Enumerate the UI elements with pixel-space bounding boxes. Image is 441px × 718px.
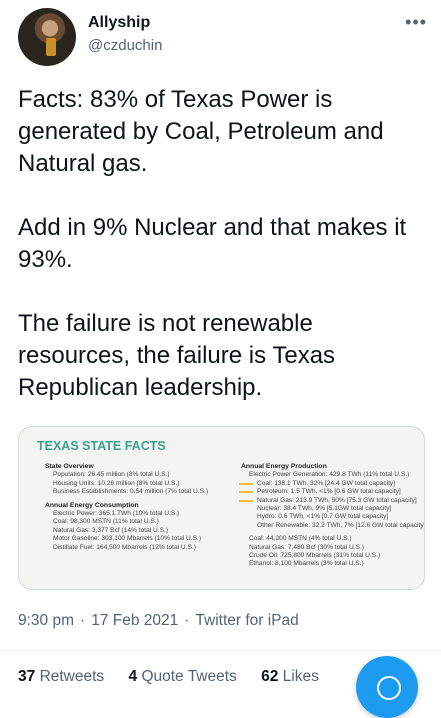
energy-consumption-title: Annual Energy Consumption [45, 501, 139, 509]
generation-total: Electric Power Generation: 429.8 TWh (11… [249, 471, 410, 479]
meta-separator: · [184, 612, 190, 629]
consumption-row: Natural Gas: 3,377 Bcf (14% total U.S.) [53, 526, 169, 534]
right-column: Annual Energy Production Electric Power … [239, 463, 425, 569]
production-row: Natural Gas: 7,480 Bcf (30% total U.S.) [249, 543, 365, 551]
compose-icon [377, 676, 401, 700]
generation-row: Nuclear: 38.4 TWh, 9% [5.1GW total capac… [257, 505, 392, 513]
highlight-arrow-icon [239, 499, 253, 502]
tweet-stats: 37 Retweets 4 Quote Tweets 62 Likes [18, 668, 339, 686]
consumption-row: Distillate Fuel: 164,500 Mbarrels (12% t… [53, 543, 196, 551]
compose-button[interactable] [356, 656, 418, 718]
generation-row: Natural Gas: 213.9 TWh, 50% [75.3 GW tot… [239, 497, 423, 505]
generation-row: Petroleum: 1.5 TWh, <1% [0.6 GW total ca… [239, 488, 423, 496]
avatar[interactable] [18, 8, 76, 66]
overview-row: Business Establishments: 0.54 million (7… [53, 488, 209, 496]
tweet-source[interactable]: Twitter for iPad [195, 612, 298, 629]
highlight-arrow-icon [239, 491, 253, 494]
likes-stat[interactable]: 62 Likes [261, 668, 319, 685]
tweet-text: Facts: 83% of Texas Power is generated b… [18, 86, 407, 401]
energy-production-title: Annual Energy Production [241, 463, 327, 470]
production-row: Ethanol: 8,100 Mbarrels (3% total U.S.) [249, 560, 364, 568]
consumption-row: Electric Power: 365.1 TWh (10% total U.S… [53, 510, 180, 518]
retweets-stat[interactable]: 37 Retweets [18, 668, 104, 685]
meta-separator: · [80, 612, 86, 629]
overview-row: Population: 26.45 million (8% total U.S.… [53, 471, 170, 479]
generation-row: Hydro: 0.6 TWh, <1% [0.7 GW total capaci… [257, 513, 389, 521]
tweet-time[interactable]: 9:30 pm [18, 612, 74, 629]
author-name[interactable]: Allyship [88, 14, 150, 32]
quote-tweets-stat[interactable]: 4 Quote Tweets [129, 668, 237, 685]
production-row: Coal: 44,200 MSTN (4% total U.S.) [249, 535, 352, 543]
media-title: TEXAS STATE FACTS [37, 439, 166, 453]
tweet-date[interactable]: 17 Feb 2021 [91, 612, 178, 629]
tweet-image[interactable]: TEXAS STATE FACTS State Overview Populat… [18, 426, 425, 590]
generation-row: Other Renewable: 32.2 TWh, 7% [12.6 GW t… [257, 521, 425, 529]
state-overview-title: State Overview [45, 463, 94, 470]
production-row: Crude Oil: 725,800 Mbarrels (31% total U… [249, 552, 381, 560]
divider [0, 650, 441, 651]
tweet-meta: 9:30 pm · 17 Feb 2021 · Twitter for iPad [18, 612, 299, 630]
consumption-row: Motor Gasoline: 303,100 Mbarrels (10% to… [53, 535, 202, 543]
generation-row: Coal: 138.1 TWh, 32% [24.4 GW total capa… [239, 480, 423, 488]
highlight-arrow-icon [239, 482, 253, 485]
consumption-row: Coal: 98,300 MSTN (11% total U.S.) [53, 518, 159, 526]
author-handle[interactable]: @czduchin [88, 37, 162, 54]
tweet-header: Allyship @czduchin ••• [18, 8, 427, 68]
overview-row: Housing Units: 10.26 million (8% total U… [53, 479, 180, 487]
left-column: State Overview Population: 26.45 million… [45, 463, 237, 552]
more-options-icon[interactable]: ••• [405, 12, 427, 33]
